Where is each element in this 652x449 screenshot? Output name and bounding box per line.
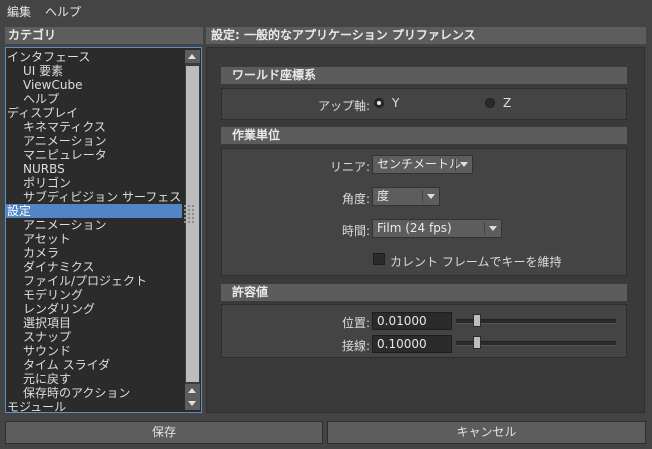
time-unit-value: Film (24 fps) [377, 221, 452, 235]
category-scrollbar[interactable] [185, 50, 200, 410]
category-item[interactable]: アセット [6, 232, 182, 246]
world-coordinate-section-header[interactable]: ワールド座標系 [221, 67, 627, 84]
arrow-up-icon [188, 54, 196, 59]
category-item[interactable]: レンダリング [6, 302, 182, 316]
world-coordinate-section [221, 88, 627, 120]
menu-edit[interactable]: 編集 [7, 3, 31, 20]
save-button[interactable]: 保存 [5, 421, 323, 444]
category-item[interactable]: UI 要素 [6, 64, 182, 78]
linear-unit-dropdown[interactable]: センチメートル [372, 155, 473, 174]
keep-keys-checkbox[interactable] [373, 253, 385, 265]
category-item[interactable]: モジュール [6, 400, 182, 412]
up-axis-y-radio[interactable] [374, 98, 384, 108]
menu-bar: 編集 ヘルプ [0, 0, 652, 22]
position-slider-thumb[interactable] [473, 314, 482, 327]
tangent-field[interactable]: 0.10000 [372, 335, 452, 353]
chevron-down-icon [489, 226, 497, 231]
category-item[interactable]: アニメーション [6, 218, 182, 232]
scroll-down-button[interactable] [185, 397, 200, 410]
category-item[interactable]: モデリング [6, 288, 182, 302]
position-field[interactable]: 0.01000 [372, 312, 452, 330]
category-item[interactable]: ダイナミクス [6, 260, 182, 274]
category-item[interactable]: インタフェース [6, 50, 182, 64]
chevron-down-icon [460, 162, 468, 167]
up-axis-z-radio[interactable] [485, 98, 495, 108]
category-item[interactable]: 選択項目 [6, 316, 182, 330]
splitter-grip-icon[interactable] [184, 205, 194, 227]
angle-label: 角度: [341, 192, 370, 206]
scroll-up-button[interactable] [185, 50, 200, 63]
time-label: 時間: [341, 224, 370, 238]
up-axis-y-label: Y [392, 96, 400, 110]
keep-keys-label: カレント フレームでキーを維持 [390, 255, 562, 269]
cancel-button[interactable]: キャンセル [327, 421, 646, 444]
category-item[interactable]: NURBS [6, 162, 182, 176]
time-unit-dropdown[interactable]: Film (24 fps) [372, 219, 502, 238]
linear-unit-value: センチメートル [377, 157, 462, 171]
category-item[interactable]: アニメーション [6, 134, 182, 148]
radio-selected-dot [377, 101, 381, 105]
category-item[interactable]: ポリゴン [6, 176, 182, 190]
linear-label: リニア: [329, 160, 370, 174]
up-axis-label: アップ軸: [317, 99, 370, 113]
menu-help[interactable]: ヘルプ [45, 3, 81, 20]
chevron-down-icon [427, 194, 435, 199]
category-list[interactable]: インタフェース UI 要素 ViewCube ヘルプ ディスプレイ キネマティクス アニメー… [5, 47, 202, 413]
category-item-selected[interactable]: 設定 [6, 204, 182, 218]
category-item[interactable]: カメラ [6, 246, 182, 260]
category-item[interactable]: スナップ [6, 330, 182, 344]
up-axis-z-label: Z [503, 96, 512, 110]
preferences-title: 設定: 一般的なアプリケーション プリファレンス [206, 27, 646, 44]
category-item[interactable]: 元に戻す [6, 372, 182, 386]
category-item[interactable]: ディスプレイ [6, 106, 182, 120]
category-item[interactable]: タイム スライダ [6, 358, 182, 372]
category-item[interactable]: サウンド [6, 344, 182, 358]
tangent-label: 接線: [341, 339, 370, 353]
category-item[interactable]: ヘルプ [6, 92, 182, 106]
arrow-down-icon [188, 401, 196, 406]
tangent-slider-thumb[interactable] [473, 336, 482, 349]
category-item[interactable]: ViewCube [6, 78, 182, 92]
position-label: 位置: [341, 316, 370, 330]
categories-header: カテゴリ [5, 27, 203, 44]
category-item[interactable]: ファイル/プロジェクト [6, 274, 182, 288]
category-item[interactable]: 保存時のアクション [6, 386, 182, 400]
angle-unit-dropdown[interactable]: 度 [372, 187, 440, 206]
arrow-up-icon [188, 388, 196, 393]
category-item[interactable]: サブディビジョン サーフェス [6, 190, 182, 204]
category-item[interactable]: マニピュレータ [6, 148, 182, 162]
category-item[interactable]: キネマティクス [6, 120, 182, 134]
scroll-up-button-lower[interactable] [185, 384, 200, 397]
working-units-section-header[interactable]: 作業単位 [221, 127, 627, 144]
tolerance-section-header[interactable]: 許容値 [221, 284, 627, 301]
angle-unit-value: 度 [377, 189, 390, 203]
